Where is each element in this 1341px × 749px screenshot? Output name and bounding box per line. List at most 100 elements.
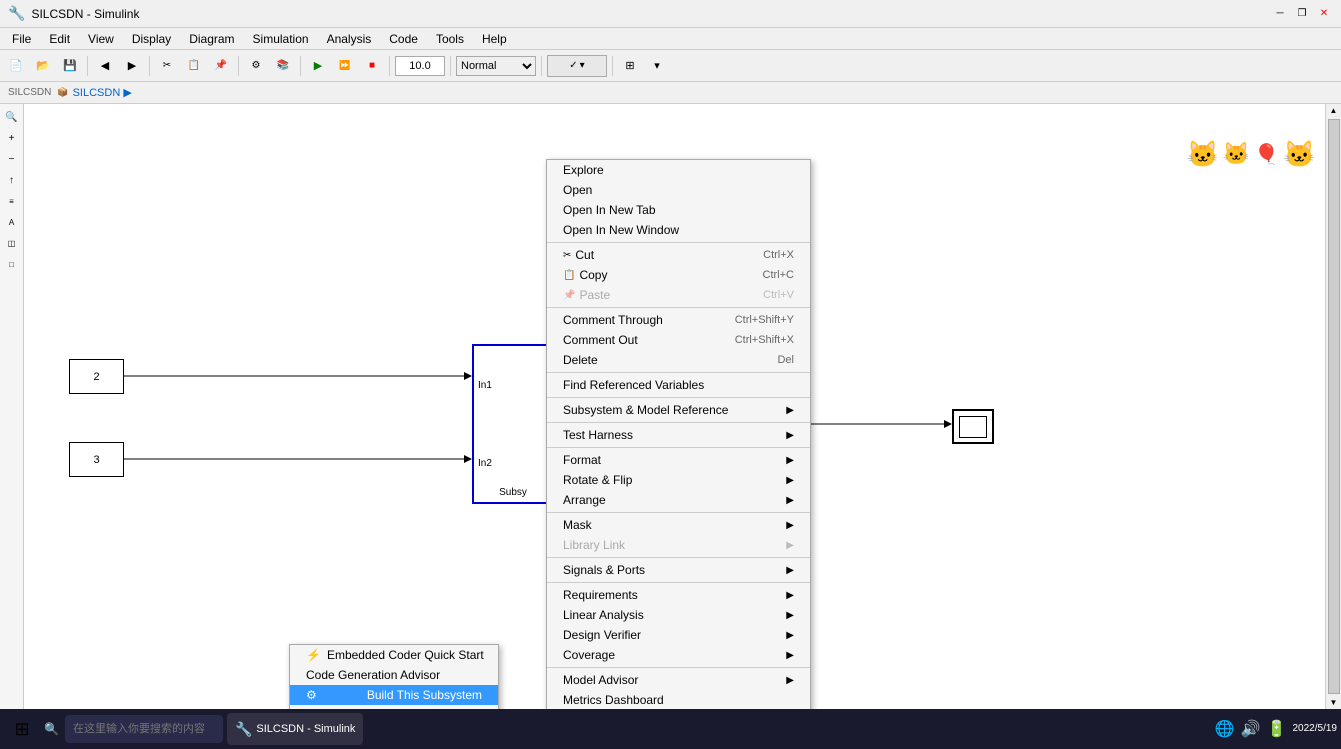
portmap[interactable]: ≡ bbox=[3, 192, 21, 210]
build-icon: ⚙ bbox=[306, 688, 317, 702]
sidebar-tool3[interactable]: □ bbox=[3, 255, 21, 273]
sidebar-tool2[interactable]: ◫ bbox=[3, 234, 21, 252]
submenu-embedded-coder[interactable]: ⚡ Embedded Coder Quick Start bbox=[290, 645, 498, 665]
taskbar-battery-icon[interactable]: 🔋 bbox=[1267, 719, 1287, 739]
toolbar-sep-1 bbox=[87, 56, 88, 76]
ctx-subsystem-ref[interactable]: Subsystem & Model Reference▶ bbox=[547, 400, 810, 420]
ctx-sep-1 bbox=[547, 242, 810, 243]
ctx-library-link: Library Link▶ bbox=[547, 535, 810, 555]
taskbar-system-icons: 🌐 🔊 🔋 2022/5/19 bbox=[1215, 719, 1337, 739]
vertical-scrollbar[interactable]: ▲ ▼ bbox=[1325, 104, 1341, 709]
menu-file[interactable]: File bbox=[4, 30, 39, 48]
ctx-cut[interactable]: ✂ Cut Ctrl+X bbox=[547, 245, 810, 265]
ctx-open[interactable]: Open bbox=[547, 180, 810, 200]
menu-display[interactable]: Display bbox=[124, 30, 179, 48]
simulation-mode[interactable]: Normal Accelerator bbox=[456, 56, 536, 76]
breadcrumb: 📦 SILCSDN ▶ bbox=[57, 86, 131, 99]
ctx-requirements[interactable]: Requirements▶ bbox=[547, 585, 810, 605]
time-input[interactable] bbox=[395, 56, 445, 76]
window-controls[interactable]: ─ ❐ ✕ bbox=[1271, 5, 1333, 23]
menu-edit[interactable]: Edit bbox=[41, 30, 78, 48]
menu-code[interactable]: Code bbox=[381, 30, 426, 48]
ctx-coverage[interactable]: Coverage▶ bbox=[547, 645, 810, 665]
run-button[interactable]: ▶ bbox=[306, 54, 330, 78]
block-constant-3[interactable]: 3 bbox=[69, 442, 124, 477]
check-button[interactable]: ✓ ▾ bbox=[547, 55, 607, 77]
block-constant-2[interactable]: 2 bbox=[69, 359, 124, 394]
subsystem-block[interactable]: In1 In2 Subsy bbox=[472, 344, 554, 504]
main-area: 🔍 + − ↑ ≡ A ◫ □ 2 3 I bbox=[0, 104, 1341, 709]
submenu-code-gen-advisor[interactable]: Code Generation Advisor bbox=[290, 665, 498, 685]
ctx-format[interactable]: Format▶ bbox=[547, 450, 810, 470]
scroll-down[interactable]: ▼ bbox=[1328, 696, 1340, 709]
menu-tools[interactable]: Tools bbox=[428, 30, 472, 48]
ctx-sep-6 bbox=[547, 447, 810, 448]
library-browser[interactable]: 📚 bbox=[271, 54, 295, 78]
new-button[interactable]: 📄 bbox=[4, 54, 28, 78]
grid-dropdown[interactable]: ▾ bbox=[645, 54, 669, 78]
cut-button[interactable]: ✂ bbox=[155, 54, 179, 78]
ctx-model-advisor[interactable]: Model Advisor▶ bbox=[547, 670, 810, 690]
output-block[interactable] bbox=[952, 409, 994, 444]
taskbar-network-icon[interactable]: 🌐 bbox=[1215, 719, 1235, 739]
zoom-fit[interactable]: 🔍 bbox=[3, 108, 21, 126]
check-dropdown[interactable]: ▾ bbox=[580, 60, 585, 71]
submenu-build-subsystem[interactable]: ⚙ Build This Subsystem bbox=[290, 685, 498, 705]
close-button[interactable]: ✕ bbox=[1315, 5, 1333, 23]
taskbar-app-simulink[interactable]: 🔧 SILCSDN - Simulink bbox=[227, 713, 363, 745]
ctx-mask[interactable]: Mask▶ bbox=[547, 515, 810, 535]
ctx-delete[interactable]: DeleteDel bbox=[547, 350, 810, 370]
ctx-open-new-window[interactable]: Open In New Window bbox=[547, 220, 810, 240]
ctx-linear-analysis[interactable]: Linear Analysis▶ bbox=[547, 605, 810, 625]
start-button[interactable]: ⊞ bbox=[4, 713, 40, 745]
taskbar-datetime[interactable]: 2022/5/19 bbox=[1293, 722, 1338, 736]
zoom-out[interactable]: − bbox=[3, 150, 21, 168]
minimize-button[interactable]: ─ bbox=[1271, 5, 1289, 23]
restore-button[interactable]: ❐ bbox=[1293, 5, 1311, 23]
grid-button[interactable]: ⊞ bbox=[618, 54, 642, 78]
ctx-copy[interactable]: 📋 Copy Ctrl+C bbox=[547, 265, 810, 285]
ctx-test-harness[interactable]: Test Harness▶ bbox=[547, 425, 810, 445]
taskbar-search-input[interactable] bbox=[65, 715, 223, 743]
ctx-metrics-dashboard[interactable]: Metrics Dashboard bbox=[547, 690, 810, 709]
menu-view[interactable]: View bbox=[80, 30, 122, 48]
taskbar-volume-icon[interactable]: 🔊 bbox=[1241, 719, 1261, 739]
paste-button[interactable]: 📌 bbox=[209, 54, 233, 78]
toolbar-sep-7 bbox=[541, 56, 542, 76]
taskbar: ⊞ 🔍 🔧 SILCSDN - Simulink 🌐 🔊 🔋 2022/5/19 bbox=[0, 709, 1341, 749]
sidebar-tool1[interactable]: A bbox=[3, 213, 21, 231]
ctx-arrange[interactable]: Arrange▶ bbox=[547, 490, 810, 510]
model-settings[interactable]: ⚙ bbox=[244, 54, 268, 78]
title-bar-left: 🔧 SILCSDN - Simulink bbox=[8, 5, 139, 22]
menu-help[interactable]: Help bbox=[474, 30, 515, 48]
ctx-sep-7 bbox=[547, 512, 810, 513]
menu-analysis[interactable]: Analysis bbox=[319, 30, 380, 48]
copy-button[interactable]: 📋 bbox=[182, 54, 206, 78]
menu-simulation[interactable]: Simulation bbox=[245, 30, 317, 48]
forward-button[interactable]: ▶ bbox=[120, 54, 144, 78]
scroll-up[interactable]: ▲ bbox=[1328, 104, 1340, 117]
ctx-signals-ports[interactable]: Signals & Ports▶ bbox=[547, 560, 810, 580]
toolbar-sep-4 bbox=[300, 56, 301, 76]
open-button[interactable]: 📂 bbox=[31, 54, 55, 78]
back-button[interactable]: ◀ bbox=[93, 54, 117, 78]
ctx-design-verifier[interactable]: Design Verifier▶ bbox=[547, 625, 810, 645]
scroll-thumb[interactable] bbox=[1328, 119, 1340, 694]
ctx-open-new-tab[interactable]: Open In New Tab bbox=[547, 200, 810, 220]
ctx-find-vars[interactable]: Find Referenced Variables bbox=[547, 375, 810, 395]
taskbar-search-area: 🔍 bbox=[44, 715, 223, 743]
toolbar-sep-3 bbox=[238, 56, 239, 76]
embedded-coder-icon: ⚡ bbox=[306, 648, 321, 662]
zoom-in[interactable]: + bbox=[3, 129, 21, 147]
ctx-comment-out[interactable]: Comment OutCtrl+Shift+X bbox=[547, 330, 810, 350]
ctx-explore[interactable]: Explore bbox=[547, 160, 810, 180]
menu-diagram[interactable]: Diagram bbox=[181, 30, 242, 48]
navigate-up[interactable]: ↑ bbox=[3, 171, 21, 189]
ctx-comment-through[interactable]: Comment ThroughCtrl+Shift+Y bbox=[547, 310, 810, 330]
stop-button[interactable]: ■ bbox=[360, 54, 384, 78]
save-button[interactable]: 💾 bbox=[58, 54, 82, 78]
canvas-area: 2 3 In1 In2 Subsy 🐱 bbox=[24, 104, 1341, 709]
step-button[interactable]: ⏩ bbox=[333, 54, 357, 78]
ctx-rotate-flip[interactable]: Rotate & Flip▶ bbox=[547, 470, 810, 490]
ctx-paste: 📌 Paste Ctrl+V bbox=[547, 285, 810, 305]
